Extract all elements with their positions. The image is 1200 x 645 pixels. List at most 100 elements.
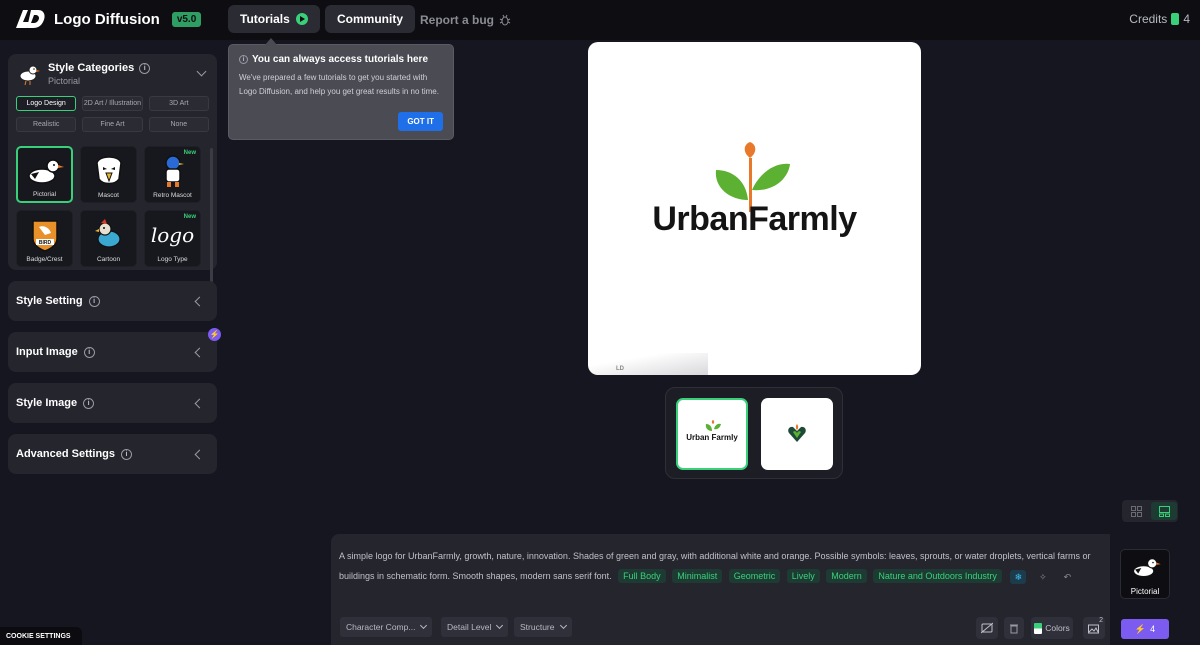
style-setting-header: Style Setting i — [8, 281, 217, 321]
category-realistic[interactable]: Realistic — [16, 117, 77, 132]
dropdown-label: Structure — [520, 622, 555, 632]
trash-icon — [1010, 624, 1018, 633]
undo-icon[interactable]: ↶ — [1059, 570, 1075, 584]
chip-nature-outdoors[interactable]: Nature and Outdoors Industry — [873, 569, 1002, 583]
info-icon: i — [239, 55, 248, 64]
thumbnail-2[interactable] — [761, 398, 833, 470]
chip-full-body[interactable]: Full Body — [618, 569, 666, 583]
image-count: 2 — [1099, 617, 1103, 624]
chip-geometric[interactable]: Geometric — [728, 569, 781, 583]
style-tile-logo-type[interactable]: New logo Logo Type — [144, 210, 201, 267]
tile-label: Logo Type — [157, 256, 188, 263]
version-badge[interactable]: v5.0 — [171, 11, 202, 27]
bolt-icon: ⚡ — [1134, 623, 1147, 634]
grid-view-button[interactable] — [1123, 502, 1149, 520]
image-off-icon — [981, 622, 993, 634]
view-toggle — [1122, 500, 1178, 522]
chevron-left-icon — [194, 347, 205, 357]
bird-avatar-icon — [19, 65, 40, 86]
tile-label: Cartoon — [96, 256, 121, 263]
detail-level-dropdown[interactable]: Detail Level — [441, 617, 509, 637]
retro-bird-icon — [164, 155, 184, 187]
cookie-settings-button[interactable]: COOKIE SETTINGS — [0, 627, 82, 645]
category-2d-art[interactable]: 2D Art / Illustration — [82, 96, 143, 111]
style-tile-grid: Pictorial Mascot New Retro Mascot BIRD B… — [16, 146, 202, 267]
prompt-input[interactable]: A simple logo for UrbanFarmly, growth, n… — [339, 546, 1099, 586]
bug-icon — [499, 14, 511, 26]
info-icon[interactable]: i — [83, 346, 95, 358]
info-icon[interactable]: i — [121, 448, 133, 460]
tile-label: Badge/Crest — [26, 256, 63, 263]
color-swatch-icon — [1034, 622, 1043, 634]
community-button[interactable]: Community — [325, 5, 415, 33]
eagle-icon — [95, 156, 122, 185]
style-card-label: Pictorial — [1130, 587, 1160, 596]
selected-style: Pictorial — [48, 76, 81, 86]
canvas-fade — [588, 353, 708, 375]
credits-value: 4 — [1183, 12, 1190, 26]
single-view-button[interactable] — [1151, 502, 1177, 520]
bolt-icon: ⚡ — [208, 328, 221, 341]
tile-label: Pictorial — [32, 191, 57, 198]
input-image-panel[interactable]: Input Image i — [8, 332, 217, 372]
logo-diffusion-icon — [16, 10, 45, 28]
tooltip-title-text: You can always access tutorials here — [252, 54, 429, 65]
selected-style-card[interactable]: Pictorial — [1120, 549, 1170, 599]
style-categories-panel: Style Categories i Pictorial Logo Design… — [8, 54, 217, 308]
style-tile-retro-mascot[interactable]: New Retro Mascot — [144, 146, 201, 203]
style-categories-title: Style Categories i — [48, 62, 151, 74]
grid-icon — [1130, 505, 1142, 517]
structure-dropdown[interactable]: Structure — [514, 617, 572, 637]
got-it-button[interactable]: GOT IT — [398, 112, 443, 131]
image-count-button[interactable]: 2 — [1083, 617, 1105, 639]
info-icon[interactable]: i — [139, 62, 151, 74]
report-bug-link[interactable]: Report a bug — [420, 13, 511, 27]
chevron-left-icon — [194, 449, 205, 459]
category-none[interactable]: None — [148, 117, 209, 132]
delete-button[interactable] — [1004, 617, 1024, 639]
brand-logo[interactable]: Logo Diffusion v5.0 — [14, 8, 202, 30]
snowflake-icon[interactable]: ❄ — [1010, 569, 1027, 584]
generated-image-canvas[interactable]: UrbanFarmly LD — [588, 42, 921, 375]
colors-button[interactable]: Colors — [1031, 617, 1073, 639]
watermark: LD — [616, 366, 624, 372]
character-composition-dropdown[interactable]: Character Comp... — [340, 617, 433, 637]
chip-minimalist[interactable]: Minimalist — [672, 569, 723, 583]
chip-modern[interactable]: Modern — [826, 569, 867, 583]
play-icon — [295, 13, 308, 25]
style-image-panel[interactable]: Style Image i — [8, 383, 217, 423]
category-fine-art[interactable]: Fine Art — [82, 117, 143, 132]
category-3d-art[interactable]: 3D Art — [148, 96, 209, 111]
chevron-down-icon — [559, 621, 567, 630]
no-image-button[interactable] — [976, 617, 998, 639]
style-categories-label: Style Categories — [48, 62, 135, 74]
chevron-down-icon[interactable] — [196, 66, 207, 77]
tutorials-label: Tutorials — [240, 12, 290, 26]
category-logo-design[interactable]: Logo Design — [16, 96, 77, 111]
generate-button[interactable]: ⚡ 4 — [1121, 619, 1169, 639]
advanced-settings-label: Advanced Settings — [16, 448, 116, 460]
sparkle-icon[interactable]: ✧ — [1035, 570, 1051, 584]
input-image-header: Input Image i — [8, 332, 217, 372]
style-tile-cartoon[interactable]: Cartoon — [80, 210, 137, 267]
category-filter-grid: Logo Design 2D Art / Illustration 3D Art… — [16, 96, 209, 132]
thumbnail-strip: Urban Farmly — [665, 387, 843, 479]
community-label: Community — [337, 12, 403, 26]
thumbnail-1[interactable]: Urban Farmly — [676, 398, 748, 470]
image-icon — [1088, 624, 1099, 633]
style-image-header: Style Image i — [8, 383, 217, 423]
tutorials-button[interactable]: Tutorials — [228, 5, 320, 33]
style-categories-header[interactable]: Style Categories i Pictorial — [8, 54, 217, 86]
tutorials-tooltip: i You can always access tutorials here W… — [228, 38, 454, 140]
style-tile-mascot[interactable]: Mascot — [80, 146, 137, 203]
credit-icon — [1171, 13, 1180, 25]
top-bar: Logo Diffusion v5.0 Tutorials Community … — [0, 0, 1200, 40]
style-tile-pictorial[interactable]: Pictorial — [16, 146, 73, 203]
info-icon[interactable]: i — [88, 295, 100, 307]
style-setting-panel[interactable]: Style Setting i — [8, 281, 217, 321]
credits-display[interactable]: Credits 4 — [1129, 12, 1190, 26]
info-icon[interactable]: i — [83, 397, 95, 409]
chip-lively[interactable]: Lively — [786, 569, 820, 583]
style-tile-badge-crest[interactable]: BIRD Badge/Crest — [16, 210, 73, 267]
advanced-settings-panel[interactable]: Advanced Settings i — [8, 434, 217, 474]
